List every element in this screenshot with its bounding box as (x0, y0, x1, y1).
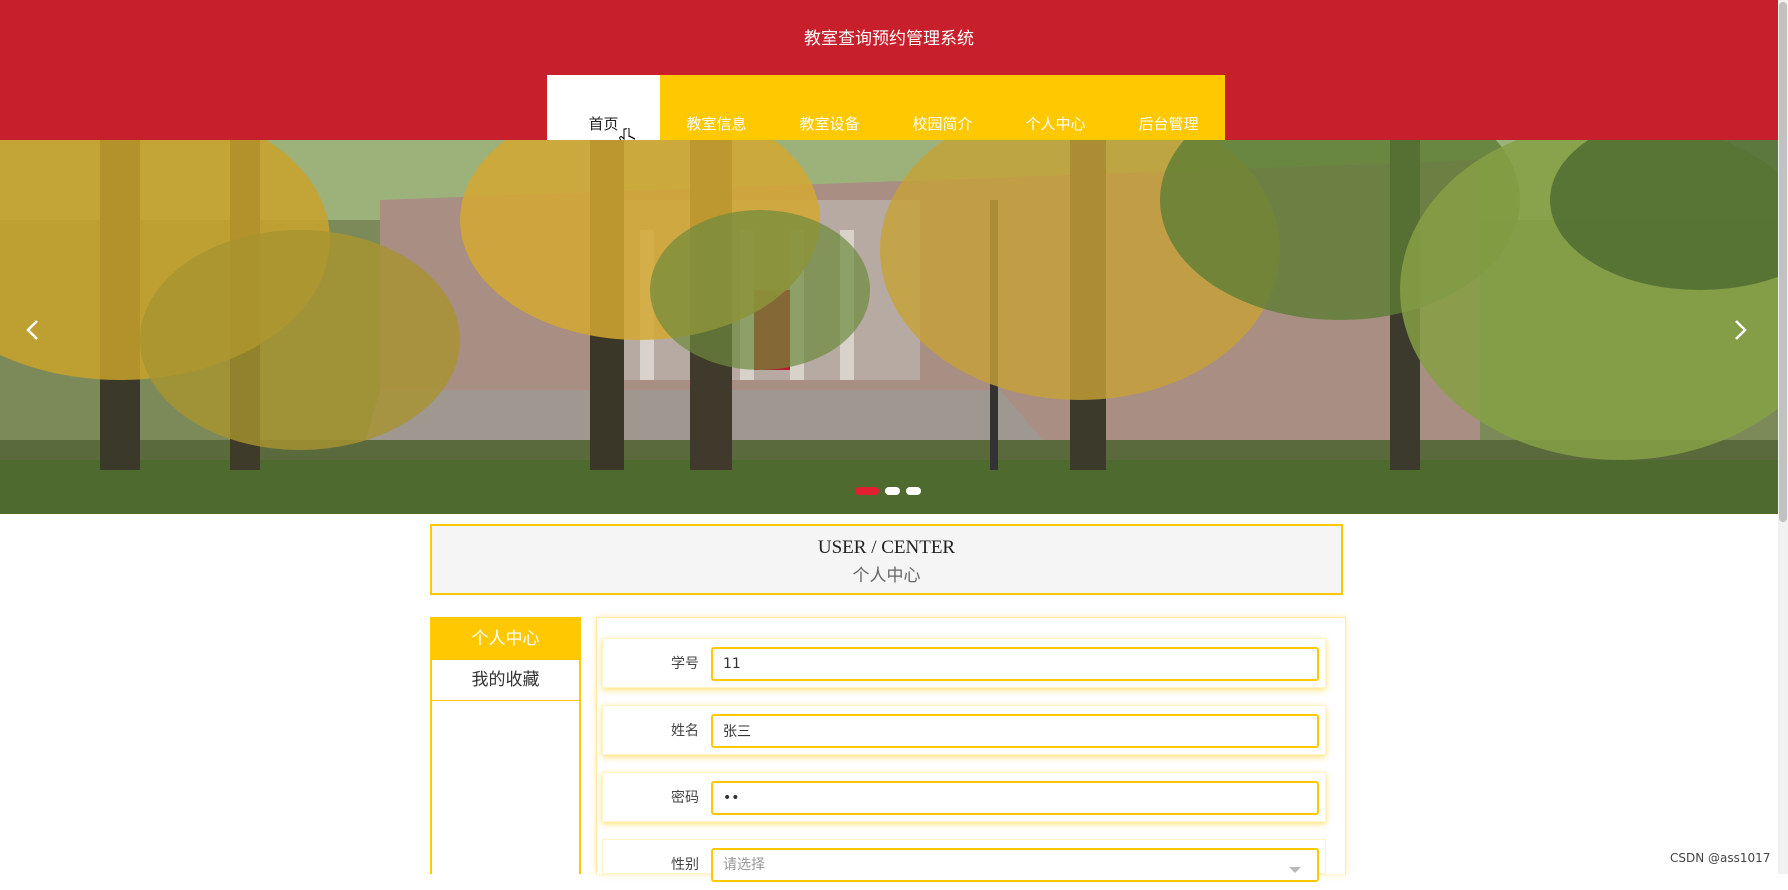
gender-label: 性别 (671, 857, 699, 873)
chevron-down-icon (1289, 867, 1301, 873)
carousel-prev-button[interactable] (18, 315, 48, 345)
carousel-dot-3[interactable] (906, 487, 921, 495)
user-sidebar: 个人中心 我的收藏 (430, 617, 581, 874)
nav-item-home[interactable]: 首页 (547, 75, 660, 140)
site-header: 教室查询预约管理系统 首页 教室信息 教室设备 校园简介 个人中心 后台管理 (0, 0, 1778, 140)
form-row-name: 姓名 (602, 705, 1326, 755)
chevron-right-icon (1735, 320, 1747, 340)
form-row-password: 密码 (602, 772, 1326, 822)
nav-item-personal-center[interactable]: 个人中心 (999, 75, 1112, 140)
student-id-label: 学号 (671, 656, 699, 672)
name-input[interactable] (711, 714, 1319, 748)
gender-placeholder: 请选择 (723, 857, 765, 873)
password-input[interactable] (711, 781, 1319, 815)
page-scrollbar[interactable] (1778, 0, 1788, 874)
nav-item-classroom-equipment[interactable]: 教室设备 (773, 75, 886, 140)
hero-carousel (0, 140, 1778, 514)
scrollbar-thumb[interactable] (1779, 2, 1787, 522)
form-row-student-id: 学号 (602, 638, 1326, 688)
carousel-dot-1[interactable] (855, 487, 879, 495)
campus-photo (0, 140, 1778, 514)
nav-item-classroom-info[interactable]: 教室信息 (660, 75, 773, 140)
section-title-cn: 个人中心 (852, 566, 921, 586)
site-title: 教室查询预约管理系统 (804, 29, 974, 49)
password-label: 密码 (671, 790, 699, 806)
watermark: CSDN @ass1017 (1670, 851, 1771, 865)
gender-select[interactable]: 请选择 (711, 848, 1319, 882)
section-title-en: USER / CENTER (817, 537, 956, 558)
sidebar-item-personal-center[interactable]: 个人中心 (432, 619, 579, 660)
nav-item-campus-intro[interactable]: 校园简介 (886, 75, 999, 140)
nav-item-admin[interactable]: 后台管理 (1112, 75, 1225, 140)
carousel-indicators (855, 487, 921, 495)
sidebar-item-my-favorites[interactable]: 我的收藏 (432, 660, 579, 701)
name-label: 姓名 (671, 723, 699, 739)
form-row-gender: 性别 请选择 (602, 839, 1326, 882)
main-nav: 首页 教室信息 教室设备 校园简介 个人中心 后台管理 (547, 75, 1225, 140)
student-id-input[interactable] (711, 647, 1319, 681)
carousel-dot-2[interactable] (885, 487, 900, 495)
section-header: USER / CENTER 个人中心 (430, 524, 1343, 595)
carousel-next-button[interactable] (1725, 315, 1755, 345)
chevron-left-icon (26, 320, 38, 340)
